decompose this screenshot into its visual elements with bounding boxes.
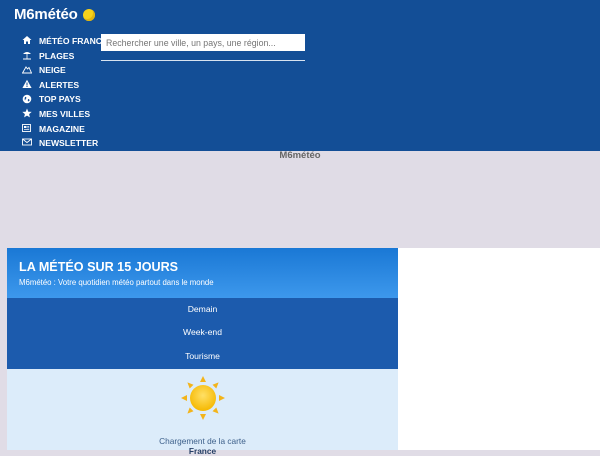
search-underline [101,60,305,61]
site-header: M6météo MÉTÉO FRANCE PLAGES NEIGE ALERTE… [0,0,600,151]
forecast-banner: LA MÉTÉO SUR 15 JOURS M6météo : Votre qu… [7,248,398,298]
star-icon [22,108,34,120]
nav-item-alertes[interactable]: ALERTES [22,78,108,93]
map-loading-text: Chargement de la carte [159,436,246,446]
warning-icon [22,79,34,91]
home-icon [22,35,34,47]
nav-item-newsletter[interactable]: NEWSLETTER [22,136,108,151]
forecast-panel: LA MÉTÉO SUR 15 JOURS M6météo : Votre qu… [7,248,398,456]
banner-subtitle: M6météo : Votre quotidien météo partout … [19,278,214,287]
menu-item-tourisme[interactable]: Tourisme [7,345,398,368]
ad-logo: M6météo [279,150,321,161]
search-input[interactable] [101,34,305,51]
main-nav: MÉTÉO FRANCE PLAGES NEIGE ALERTES TOP PA… [22,34,108,151]
nav-item-mes-villes[interactable]: MES VILLES [22,107,108,122]
banner-title: LA MÉTÉO SUR 15 JOURS [19,260,179,274]
map-loading-subtext: France [188,446,217,456]
sun-icon [181,376,225,420]
nav-item-label: ALERTES [39,79,80,90]
nav-item-label: TOP PAYS [39,94,81,105]
nav-item-label: MÉTÉO FRANCE [39,36,108,46]
site-logo[interactable]: M6météo [14,6,78,23]
right-sidebar [398,248,600,450]
menu-item-week-end[interactable]: Week-end [7,321,398,344]
nav-item-plages[interactable]: PLAGES [22,49,108,64]
nav-item-label: NEWSLETTER [39,138,99,149]
menu-item-demain[interactable]: Demain [7,298,398,321]
ad-area [0,151,600,248]
newspaper-icon [22,123,34,135]
nav-item-label: NEIGE [39,65,66,76]
nav-item-meteo-france[interactable]: MÉTÉO FRANCE [22,34,108,49]
nav-item-top-pays[interactable]: TOP PAYS [22,92,108,107]
umbrella-icon [22,50,34,62]
logo-sun-icon [83,9,95,21]
nav-item-neige[interactable]: NEIGE [22,63,108,78]
mail-icon [22,137,34,149]
nav-item-magazine[interactable]: MAGAZINE [22,122,108,137]
nav-item-label: MAGAZINE [39,123,85,134]
mountain-icon [22,64,34,76]
globe-icon [22,94,34,106]
nav-item-label: PLAGES [39,50,75,61]
nav-item-label: MES VILLES [39,108,91,119]
